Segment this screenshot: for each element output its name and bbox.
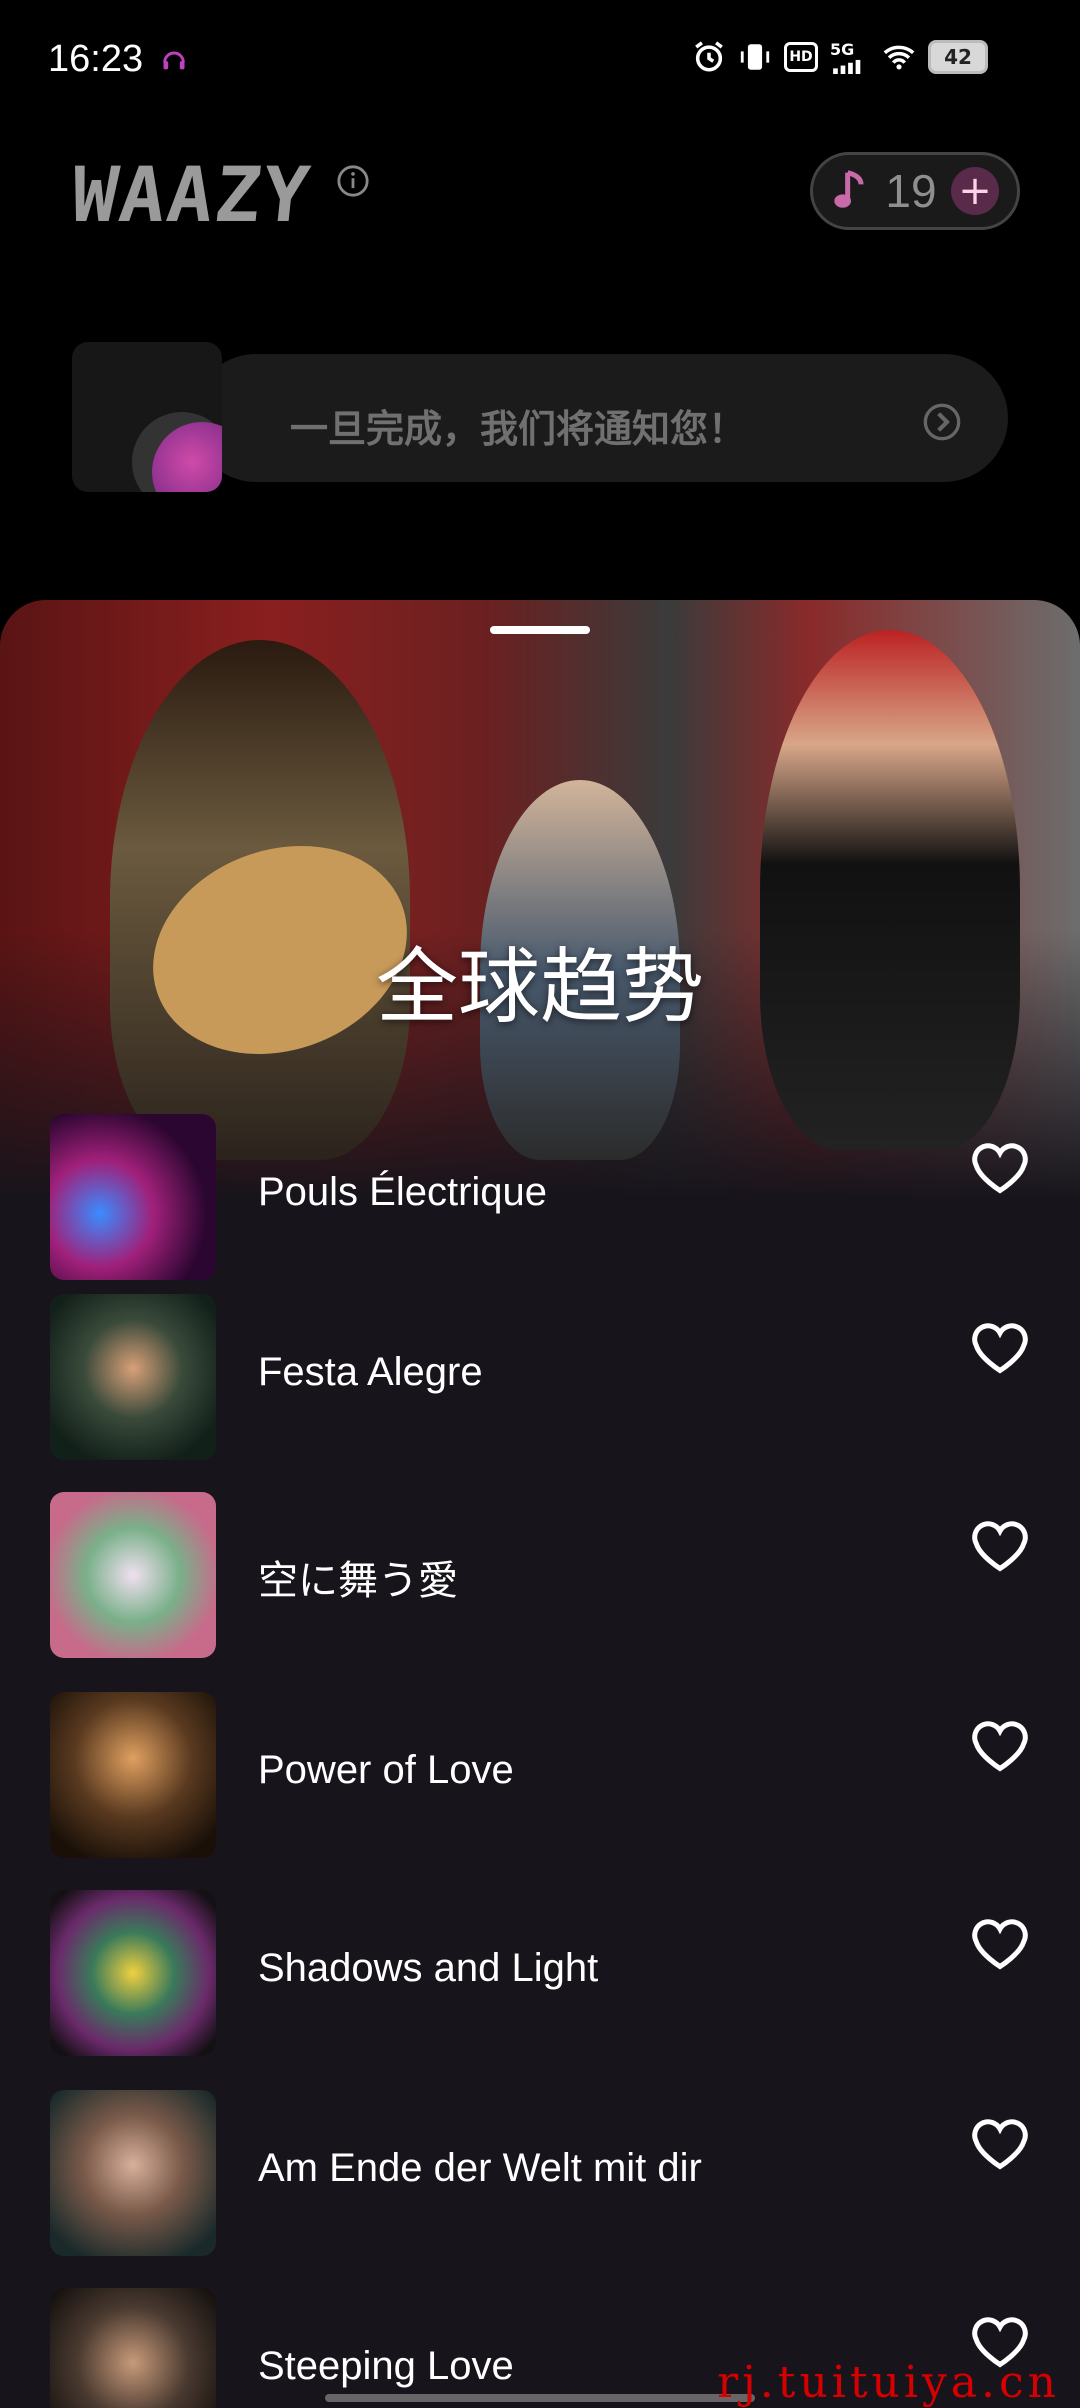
track-row[interactable]: Pouls Électrique [50, 1114, 1030, 1280]
track-title: Shadows and Light [258, 1946, 599, 1990]
track-cover [50, 1890, 216, 2056]
credits-pill[interactable]: 19 + [810, 152, 1020, 230]
track-cover [50, 1692, 216, 1858]
home-indicator[interactable] [325, 2394, 755, 2402]
hd-label: HD [784, 42, 818, 72]
network-label: 5G [830, 40, 855, 59]
track-title: Am Ende der Welt mit dir [258, 2146, 702, 2190]
battery-icon: 42 [928, 40, 988, 74]
heart-icon[interactable] [970, 1916, 1030, 1972]
signal-5g-icon: 5G [830, 40, 870, 74]
vibrate-icon [740, 44, 770, 70]
track-title: Steeping Love [258, 2344, 514, 2388]
add-credits-button[interactable]: + [950, 167, 999, 215]
notice-text: 一旦完成，我们将通知您！ [290, 407, 747, 451]
track-title: Festa Alegre [258, 1350, 483, 1394]
track-cover [50, 1492, 216, 1658]
trending-sheet[interactable]: 全球趋势 Pouls Électrique Festa Alegre 空に舞う愛… [0, 600, 1080, 2408]
watermark: rj.tuituiya.cn [717, 2357, 1060, 2408]
track-title: Power of Love [258, 1748, 514, 1792]
alarm-icon [695, 41, 723, 72]
track-row[interactable]: Power of Love [50, 1692, 1030, 1858]
track-title: 空に舞う愛 [258, 1559, 458, 1603]
track-row[interactable]: Am Ende der Welt mit dir [50, 2090, 1030, 2256]
trending-title: 全球趋势 [375, 940, 704, 1035]
heart-icon[interactable] [970, 1718, 1030, 1774]
wifi-icon [883, 45, 915, 70]
track-cover [50, 2288, 216, 2408]
battery-level: 42 [944, 45, 972, 69]
status-bar: 16:23 HD 5G 42 [0, 0, 1080, 120]
track-row[interactable]: Festa Alegre [50, 1294, 1030, 1460]
track-row[interactable]: Shadows and Light [50, 1890, 1030, 2056]
heart-icon[interactable] [970, 1140, 1030, 1196]
credits-count: 19 [885, 165, 937, 217]
trending-hero-image [0, 600, 1080, 1200]
heart-icon[interactable] [970, 1320, 1030, 1376]
track-cover [50, 1114, 216, 1280]
info-icon[interactable] [336, 164, 370, 198]
status-time: 16:23 [48, 38, 144, 80]
music-note-icon [834, 170, 864, 208]
track-cover [50, 2090, 216, 2256]
notice-thumbnail [72, 342, 222, 492]
track-title: Pouls Électrique [258, 1170, 548, 1214]
app-logo: WAAZY [67, 150, 316, 239]
heart-icon[interactable] [970, 2116, 1030, 2172]
track-row[interactable]: 空に舞う愛 [50, 1492, 1030, 1658]
track-cover [50, 1294, 216, 1460]
headphones-icon [163, 51, 185, 70]
heart-icon[interactable] [970, 1518, 1030, 1574]
hd-icon: HD [784, 40, 818, 74]
sheet-drag-handle[interactable] [490, 626, 590, 634]
chevron-right-circle-icon[interactable] [922, 402, 962, 442]
